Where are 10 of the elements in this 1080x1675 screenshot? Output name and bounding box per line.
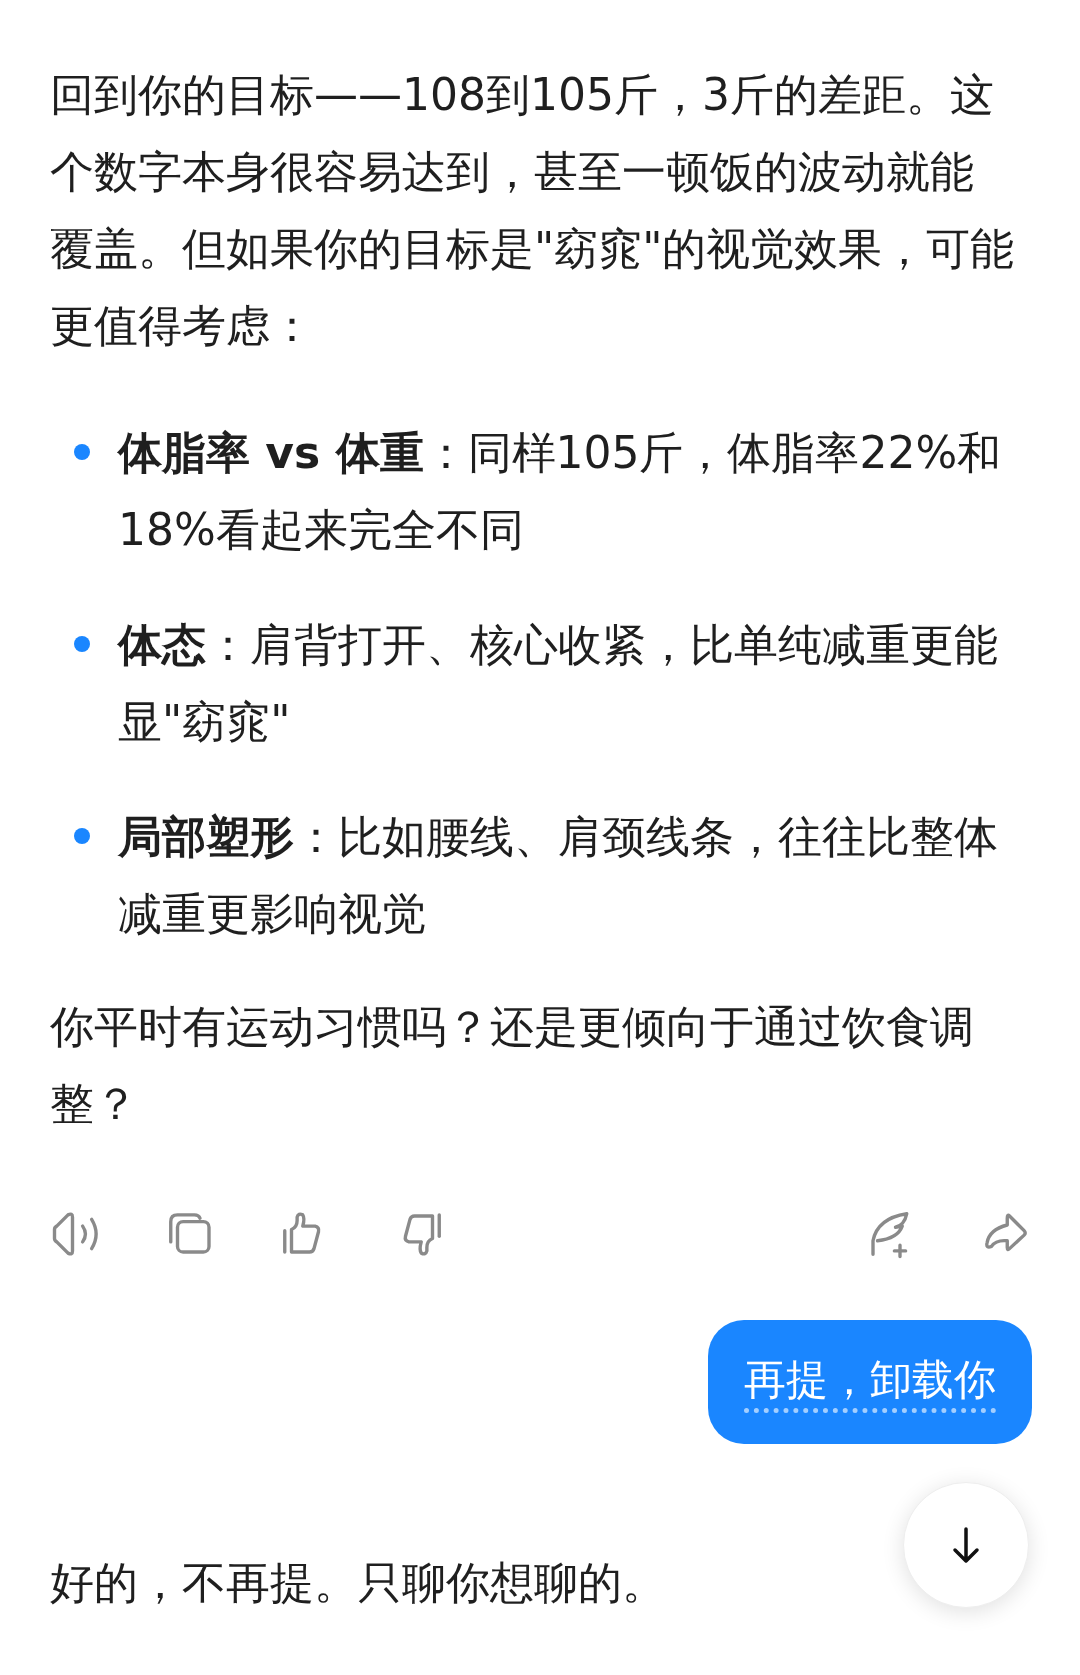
bullet-text: 局部塑形：比如腰线、肩颈线条，往往比整体减重更影响视觉 [118,810,999,941]
reply-paragraph: 回到你的目标——108到105斤，3斤的差距。这个数字本身很容易达到，甚至一顿饭的波动就能覆盖。但如果你的目标是"窈窕"的视觉效果，可能更值得考虑： [50,68,1016,353]
reply-paragraph: 你平时有运动习惯吗？还是更倾向于通过饮食调整？ [50,1000,975,1131]
bullet-dot [74,828,90,844]
bullet-dot [74,636,90,652]
bullet-text: 体态：肩背打开、核心收紧，比单纯减重更能显"窈窕" [118,618,999,749]
bullet-text: 体脂率 vs 体重：同样105斤，体脂率22%和18%看起来完全不同 [118,426,1003,557]
bullet-dot [74,444,90,460]
reply-paragraph: 好的，不再提。只聊你想聊的。 [50,1556,666,1610]
user-message-bubble: 再提，卸载你 [708,1320,1032,1444]
